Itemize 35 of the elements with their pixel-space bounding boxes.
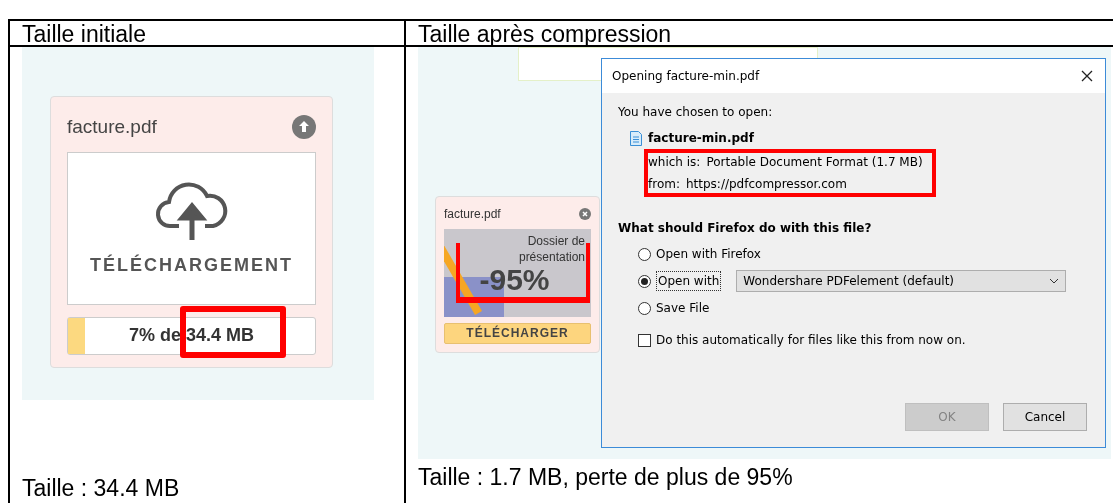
thumbnail-text: Dossier de [527,233,585,249]
column-header: Taille après compression [418,21,672,47]
radio-button[interactable] [638,301,651,315]
thumbnail-text: présentation [518,249,585,265]
dialog-title: Opening facture-min.pdf [612,68,760,85]
close-icon[interactable] [1081,70,1093,82]
radio-label[interactable]: Save File [656,299,710,317]
file-name: facture.pdf [67,115,157,139]
size-caption: Taille : 1.7 MB, perte de plus de 95% [417,464,794,490]
radio-label[interactable]: Open with Firefox [656,245,761,263]
size-caption: Taille : 34.4 MB [21,475,181,501]
file-name: facture.pdf [444,206,501,223]
radio-button[interactable] [638,247,651,261]
file-name: facture-min.pdf [648,130,754,147]
document-icon [630,130,642,146]
close-icon [579,208,591,220]
chevron-down-icon [1049,278,1060,284]
radio-button[interactable] [638,274,651,288]
upload-label: TÉLÉCHARGEMENT [90,253,293,277]
application-dropdown[interactable]: Wondershare PDFelement (default) [736,270,1067,292]
progress-text: 7% de 34.4 MB [128,324,255,347]
download-button[interactable]: TÉLÉCHARGER [444,322,591,344]
dialog-button[interactable]: Cancel [1003,403,1087,431]
detail-value: https://pdfcompressor.com [685,176,847,193]
question-text: What should Firefox do with this file? [618,220,873,237]
detail-label: from: [648,176,680,193]
checkbox-label[interactable]: Do this automatically for files like this from now on. [656,331,966,349]
thumbnail-percentage-text: -95% [479,265,550,295]
radio-label[interactable]: Open with [656,271,722,291]
intro-text: You have chosen to open: [618,104,774,121]
detail-value: Portable Document Format (1.7 MB) [706,154,923,171]
column-header: Taille initiale [22,21,146,47]
upload-icon [292,115,316,140]
checkbox[interactable] [638,333,651,347]
detail-label: which is: [648,154,701,171]
